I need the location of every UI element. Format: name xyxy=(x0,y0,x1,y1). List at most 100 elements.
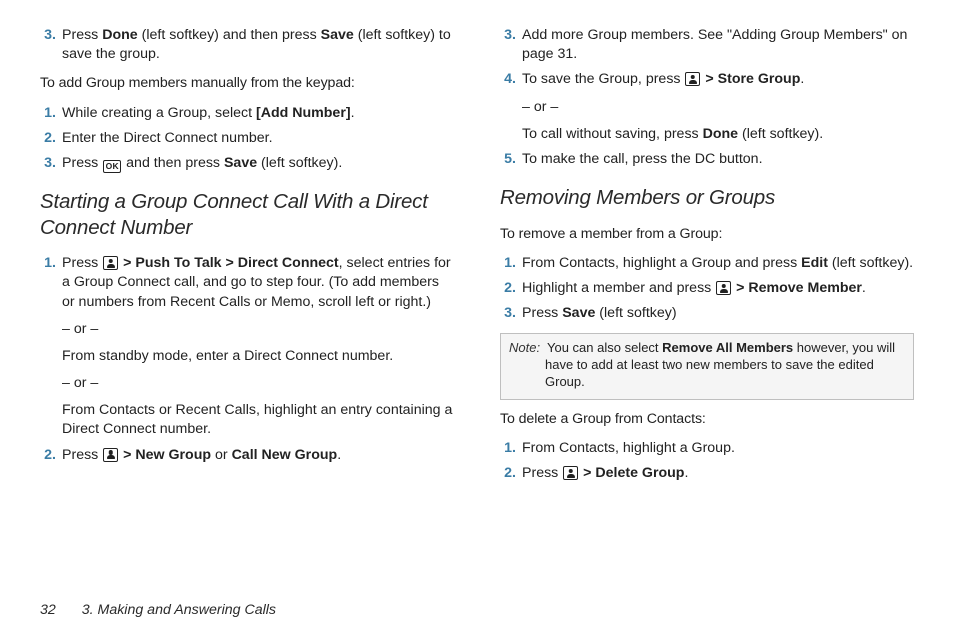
text: (left softkey). xyxy=(257,155,342,171)
step-number: 2. xyxy=(500,279,522,298)
list-item: 2. Press > Delete Group. xyxy=(500,464,914,483)
text: Press xyxy=(62,255,102,271)
step-number: 3. xyxy=(40,154,62,173)
right-column: 3. Add more Group members. See "Adding G… xyxy=(500,20,914,494)
step-text: Enter the Direct Connect number. xyxy=(62,129,454,148)
text: . xyxy=(800,71,804,87)
section-heading: Removing Members or Groups xyxy=(500,185,914,211)
list-item: 1. From Contacts, highlight a Group and … xyxy=(500,254,914,273)
separator: > xyxy=(701,71,717,87)
text: Add more Group members. See "Adding Grou… xyxy=(522,26,914,64)
step-number: 2. xyxy=(500,464,522,483)
continued-list: 3. Add more Group members. See "Adding G… xyxy=(500,26,914,169)
text: You can also select xyxy=(547,340,662,355)
footer-title: 3. Making and Answering Calls xyxy=(82,602,276,618)
list-item: 2. Enter the Direct Connect number. xyxy=(40,129,454,148)
numbered-list: 1. From Contacts, highlight a Group. 2. … xyxy=(500,439,914,483)
step-text: While creating a Group, select [Add Numb… xyxy=(62,104,454,123)
step-number: 3. xyxy=(500,304,522,323)
text: Enter the Direct Connect number. xyxy=(62,129,454,148)
step-number: 2. xyxy=(40,446,62,465)
text: . xyxy=(351,105,355,121)
bold-text: Delete Group xyxy=(595,465,684,481)
list-item: 1. From Contacts, highlight a Group. xyxy=(500,439,914,458)
contacts-key-icon xyxy=(716,281,731,295)
text: Press xyxy=(62,447,102,463)
page-number: 32 xyxy=(40,602,56,618)
bold-text: Remove Member xyxy=(748,280,862,296)
step-text: To save the Group, press > Store Group. … xyxy=(522,70,914,144)
list-item: 3. Add more Group members. See "Adding G… xyxy=(500,26,914,64)
list-item: 3. Press Save (left softkey) xyxy=(500,304,914,323)
text: Highlight a member and press xyxy=(522,280,715,296)
contacts-key-icon xyxy=(103,448,118,462)
bold-text: Save xyxy=(321,27,354,43)
text: Press xyxy=(62,27,102,43)
page-footer: 32 3. Making and Answering Calls xyxy=(40,601,276,620)
contacts-key-icon xyxy=(563,466,578,480)
step-text: Highlight a member and press > Remove Me… xyxy=(522,279,914,298)
step-number: 1. xyxy=(40,254,62,439)
step-text: Press > New Group or Call New Group. xyxy=(62,446,454,465)
text: While creating a Group, select xyxy=(62,105,256,121)
step-text: From Contacts, highlight a Group and pre… xyxy=(522,254,914,273)
separator: > xyxy=(732,280,748,296)
step-number: 3. xyxy=(40,26,62,64)
step-text: Add more Group members. See "Adding Grou… xyxy=(522,26,914,64)
numbered-list: 1. Press > Push To Talk > Direct Connect… xyxy=(40,254,454,465)
text: From Contacts, highlight a Group. xyxy=(522,439,914,458)
text: (left softkey) and then press xyxy=(138,27,321,43)
list-item: 3. Press OK and then press Save (left so… xyxy=(40,154,454,173)
intro-text: To add Group members manually from the k… xyxy=(40,74,454,93)
step-number: 4. xyxy=(500,70,522,144)
step-text: From Contacts, highlight a Group. xyxy=(522,439,914,458)
numbered-list: 1. From Contacts, highlight a Group and … xyxy=(500,254,914,324)
or-divider: – or – xyxy=(62,320,454,339)
continued-list: 3. Press Done (left softkey) and then pr… xyxy=(40,26,454,64)
text: To save the Group, press xyxy=(522,71,684,87)
bold-text: Call New Group xyxy=(232,447,338,463)
contacts-key-icon xyxy=(685,72,700,86)
bold-text: Done xyxy=(703,126,738,142)
list-item: 4. To save the Group, press > Store Grou… xyxy=(500,70,914,144)
or-divider: – or – xyxy=(62,374,454,393)
list-item: 5. To make the call, press the DC button… xyxy=(500,150,914,169)
numbered-list: 1. While creating a Group, select [Add N… xyxy=(40,104,454,174)
intro-text: To delete a Group from Contacts: xyxy=(500,410,914,429)
bold-text: Direct Connect xyxy=(238,255,339,271)
step-number: 1. xyxy=(500,439,522,458)
separator: > xyxy=(222,255,238,271)
two-column-layout: 3. Press Done (left softkey) and then pr… xyxy=(40,20,914,494)
bold-text: Done xyxy=(102,27,137,43)
intro-text: To remove a member from a Group: xyxy=(500,225,914,244)
contacts-key-icon xyxy=(103,256,118,270)
text: (left softkey) xyxy=(595,305,676,321)
text: To call without saving, press xyxy=(522,126,703,142)
step-text: Press Done (left softkey) and then press… xyxy=(62,26,454,64)
text: From Contacts, highlight a Group and pre… xyxy=(522,255,801,271)
list-item: 3. Press Done (left softkey) and then pr… xyxy=(40,26,454,64)
text: . xyxy=(862,280,866,296)
bold-text: [Add Number] xyxy=(256,105,351,121)
text: . xyxy=(337,447,341,463)
text: To make the call, press the DC button. xyxy=(522,150,914,169)
text: Press xyxy=(62,155,102,171)
step-number: 2. xyxy=(40,129,62,148)
separator: > xyxy=(119,447,135,463)
step-number: 1. xyxy=(40,104,62,123)
note-label: Note: xyxy=(509,340,543,357)
step-text: Press Save (left softkey) xyxy=(522,304,914,323)
note-box: Note:You can also select Remove All Memb… xyxy=(500,333,914,400)
text: (left softkey). xyxy=(828,255,913,271)
step-text: To make the call, press the DC button. xyxy=(522,150,914,169)
text: (left softkey). xyxy=(738,126,823,142)
section-heading: Starting a Group Connect Call With a Dir… xyxy=(40,189,454,240)
left-column: 3. Press Done (left softkey) and then pr… xyxy=(40,20,454,494)
list-item: 2. Highlight a member and press > Remove… xyxy=(500,279,914,298)
text: . xyxy=(684,465,688,481)
bold-text: Store Group xyxy=(718,71,801,87)
text: From Contacts or Recent Calls, highlight… xyxy=(62,401,454,439)
bold-text: Push To Talk xyxy=(135,255,221,271)
text: and then press xyxy=(122,155,224,171)
separator: > xyxy=(119,255,135,271)
